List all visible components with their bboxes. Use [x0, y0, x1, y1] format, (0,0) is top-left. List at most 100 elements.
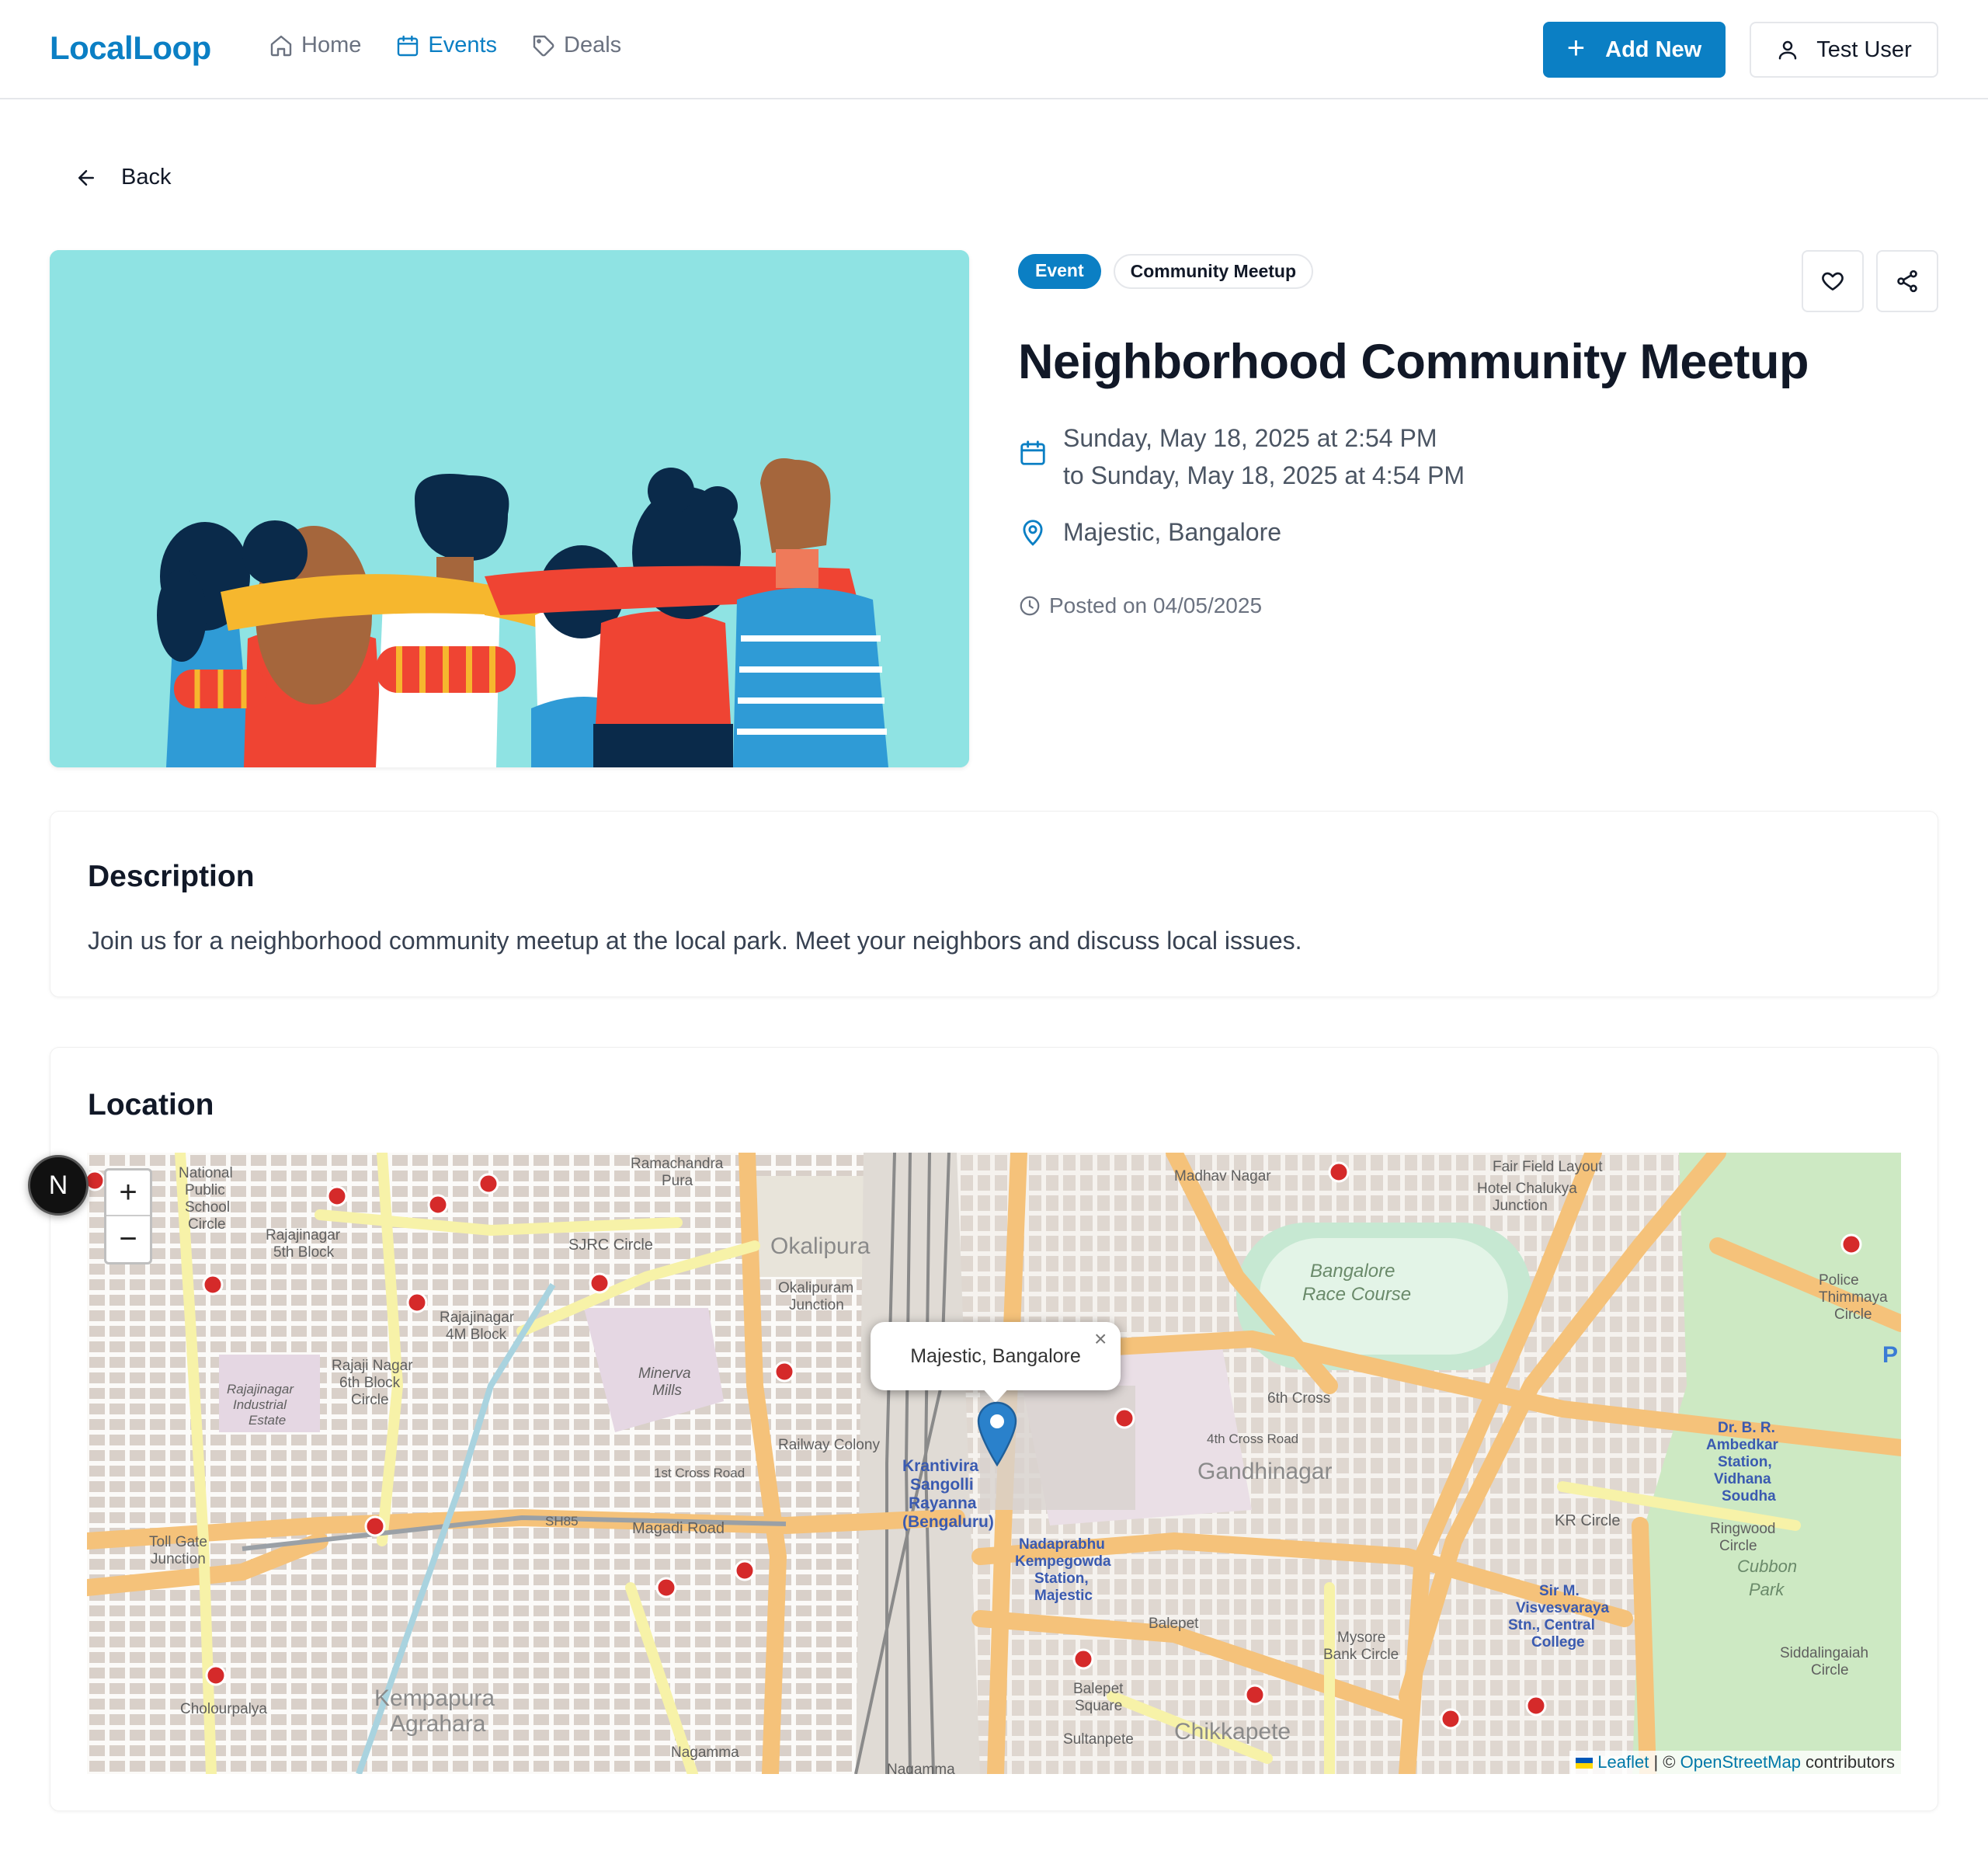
svg-text:Rayanna: Rayanna	[909, 1494, 977, 1512]
event-location-row: Majestic, Bangalore	[1018, 517, 1281, 547]
back-label: Back	[121, 165, 172, 190]
arrow-left-icon	[78, 169, 94, 186]
svg-text:Dr. B. R.: Dr. B. R.	[1718, 1420, 1775, 1436]
svg-text:P: P	[1882, 1342, 1898, 1368]
svg-text:Circle: Circle	[1811, 1662, 1849, 1678]
share-icon	[1897, 270, 1917, 293]
svg-text:Toll Gate: Toll Gate	[149, 1534, 207, 1550]
zoom-in-button[interactable]: +	[106, 1171, 150, 1216]
attribution-suffix: contributors	[1800, 1752, 1895, 1772]
nav-deals-label: Deals	[564, 33, 622, 57]
svg-text:Mills: Mills	[652, 1383, 682, 1399]
popup-close-icon[interactable]: ×	[1094, 1327, 1107, 1351]
svg-text:Soudha: Soudha	[1722, 1488, 1776, 1504]
svg-text:Agrahara: Agrahara	[390, 1711, 486, 1737]
heart-icon	[1822, 272, 1844, 290]
nav-deals[interactable]: Deals	[531, 33, 621, 58]
user-icon	[1779, 40, 1797, 60]
svg-text:Bank Circle: Bank Circle	[1323, 1647, 1399, 1663]
svg-text:Nagamma: Nagamma	[887, 1762, 955, 1774]
svg-text:Square: Square	[1075, 1698, 1122, 1714]
svg-text:Okalipuram: Okalipuram	[778, 1280, 853, 1296]
location-heading: Location	[88, 1088, 214, 1122]
osm-link[interactable]: OpenStreetMap	[1680, 1752, 1801, 1772]
svg-text:Circle: Circle	[188, 1216, 226, 1233]
svg-text:Balepet: Balepet	[1149, 1616, 1199, 1632]
svg-text:Hotel Chalukya: Hotel Chalukya	[1477, 1181, 1577, 1197]
map-zoom-control: + −	[104, 1168, 152, 1264]
svg-text:Race Course: Race Course	[1302, 1284, 1411, 1305]
svg-text:Okalipura: Okalipura	[770, 1233, 871, 1259]
user-menu-button[interactable]: Test User	[1750, 22, 1938, 78]
svg-text:Minerva: Minerva	[638, 1365, 691, 1382]
svg-text:Sangolli: Sangolli	[910, 1476, 974, 1494]
svg-text:Gandhinagar: Gandhinagar	[1197, 1459, 1332, 1484]
event-badges: Event Community Meetup	[1018, 254, 1314, 289]
svg-text:Bangalore: Bangalore	[1310, 1261, 1395, 1282]
svg-text:Kempegowda: Kempegowda	[1015, 1553, 1111, 1570]
leaflet-link[interactable]: Leaflet	[1597, 1752, 1649, 1772]
svg-text:Sultanpete: Sultanpete	[1063, 1731, 1134, 1748]
svg-text:Cholourpalya: Cholourpalya	[180, 1701, 267, 1717]
svg-text:Visvesvaraya: Visvesvaraya	[1516, 1600, 1610, 1616]
home-icon	[270, 35, 292, 56]
svg-text:KR Circle: KR Circle	[1555, 1512, 1620, 1529]
svg-text:Rajajinagar: Rajajinagar	[227, 1382, 294, 1397]
svg-text:Majestic: Majestic	[1034, 1588, 1093, 1604]
zoom-out-button[interactable]: −	[106, 1216, 150, 1262]
svg-text:Public: Public	[185, 1182, 225, 1198]
svg-text:Nadaprabhu: Nadaprabhu	[1019, 1536, 1105, 1553]
plus-icon: +	[1566, 31, 1586, 65]
location-map[interactable]: Okalipura Gandhinagar Kempapura Agrahara…	[87, 1153, 1901, 1774]
nav-home[interactable]: Home	[269, 33, 361, 58]
svg-text:Stn., Central: Stn., Central	[1508, 1617, 1595, 1633]
map-popup: Majestic, Bangalore	[871, 1322, 1121, 1390]
svg-text:National: National	[179, 1165, 233, 1181]
svg-text:Industrial: Industrial	[233, 1397, 287, 1412]
description-text: Join us for a neighborhood community mee…	[88, 927, 1302, 955]
svg-text:School: School	[185, 1199, 230, 1216]
logo[interactable]: LocalLoop	[50, 30, 211, 67]
add-new-button[interactable]: + Add New	[1543, 22, 1726, 78]
svg-text:Junction: Junction	[1493, 1198, 1548, 1214]
event-date-row: Sunday, May 18, 2025 at 2:54 PM to Sunda…	[1018, 419, 1465, 494]
svg-text:Ringwood: Ringwood	[1710, 1521, 1776, 1537]
event-date-end: to Sunday, May 18, 2025 at 4:54 PM	[1063, 461, 1465, 489]
svg-text:SH85: SH85	[545, 1514, 579, 1529]
svg-text:Pura: Pura	[662, 1173, 693, 1189]
svg-text:Park: Park	[1749, 1580, 1785, 1599]
calendar-icon	[398, 35, 419, 56]
svg-text:Nagamma: Nagamma	[671, 1744, 739, 1761]
top-navbar: LocalLoop Home Events Deals + Add New Te…	[0, 0, 1988, 99]
svg-text:(Bengaluru): (Bengaluru)	[902, 1513, 994, 1531]
svg-text:Vidhana: Vidhana	[1714, 1471, 1771, 1487]
svg-text:Rajajinagar: Rajajinagar	[266, 1227, 341, 1244]
svg-text:Siddalingaiah: Siddalingaiah	[1780, 1645, 1868, 1661]
description-heading: Description	[88, 860, 255, 893]
favorite-button[interactable]	[1802, 250, 1864, 312]
svg-text:College: College	[1531, 1634, 1585, 1651]
map-popup-tip	[980, 1386, 1011, 1403]
svg-text:4th Cross Road: 4th Cross Road	[1207, 1431, 1298, 1446]
map-marker-icon[interactable]	[977, 1401, 1017, 1466]
map-pin-icon	[1023, 520, 1043, 546]
map-popup-text: Majestic, Bangalore	[910, 1344, 1081, 1367]
svg-text:6th Block: 6th Block	[339, 1375, 401, 1391]
svg-text:Sir M.: Sir M.	[1539, 1583, 1580, 1599]
event-location: Majestic, Bangalore	[1063, 517, 1282, 546]
svg-text:Fair Field Layout: Fair Field Layout	[1493, 1159, 1603, 1175]
svg-text:Ambedkar: Ambedkar	[1706, 1437, 1779, 1453]
nav-home-label: Home	[301, 33, 362, 57]
svg-text:1st Cross Road: 1st Cross Road	[654, 1466, 745, 1480]
svg-text:Junction: Junction	[789, 1297, 844, 1313]
event-posted-row: Posted on 04/05/2025	[1018, 593, 1262, 618]
event-type-badge: Event	[1018, 254, 1101, 289]
back-button[interactable]: Back	[75, 165, 171, 190]
map-attribution: Leaflet | © OpenStreetMap contributors	[1569, 1751, 1901, 1774]
floating-dev-badge[interactable]: N	[28, 1155, 89, 1216]
share-button[interactable]	[1876, 250, 1938, 312]
svg-text:Circle: Circle	[1834, 1306, 1872, 1323]
svg-text:Circle: Circle	[1719, 1538, 1757, 1554]
nav-events[interactable]: Events	[395, 33, 497, 58]
user-name: Test User	[1816, 37, 1912, 62]
